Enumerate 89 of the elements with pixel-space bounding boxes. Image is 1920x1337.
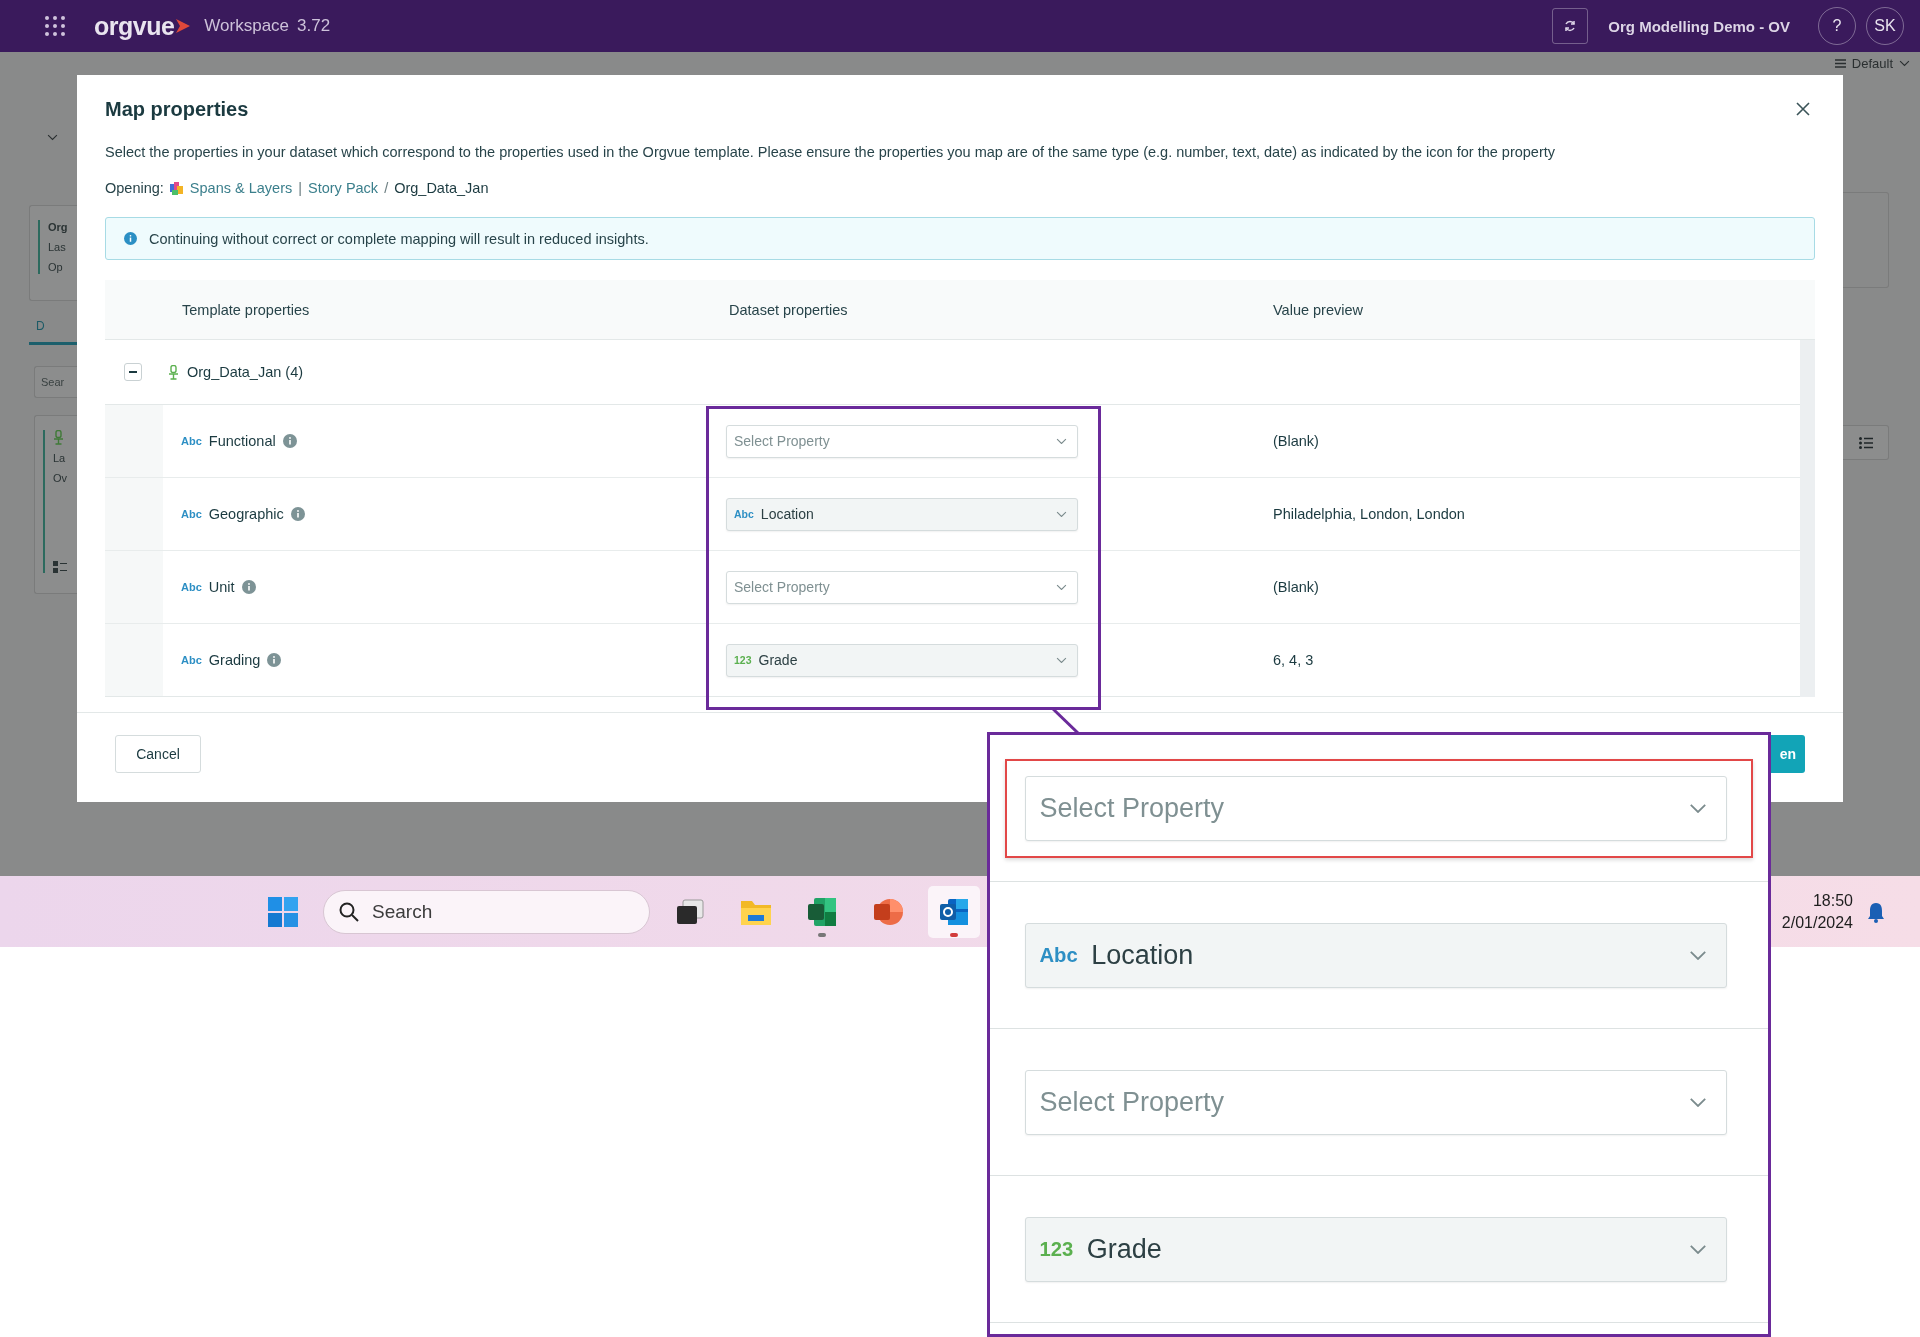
card-text: Org bbox=[48, 220, 69, 234]
property-select[interactable]: Select Property bbox=[726, 424, 1078, 458]
info-icon bbox=[241, 580, 256, 594]
start-icon[interactable] bbox=[268, 896, 298, 927]
type-label: 123 bbox=[734, 654, 752, 666]
chevron-down-icon bbox=[47, 134, 58, 141]
row-indent bbox=[105, 624, 163, 696]
type-label: 123 bbox=[1039, 1237, 1074, 1261]
version-label: 3.72 bbox=[297, 16, 331, 36]
list-icon bbox=[1858, 436, 1873, 449]
property-select[interactable]: Abc Location bbox=[1025, 922, 1727, 988]
notice-text: Continuing without correct or complete mapping will result in reduced insights. bbox=[149, 230, 649, 247]
chevron-down-icon bbox=[1689, 802, 1708, 814]
product-logo: orgvue bbox=[94, 11, 175, 41]
tree-icon bbox=[53, 561, 67, 573]
value-preview: (Blank) bbox=[1273, 579, 1320, 595]
workspace-label: Workspace bbox=[204, 16, 290, 36]
property-select[interactable]: Select Property bbox=[1025, 1069, 1727, 1135]
project-card[interactable]: Org Las Op bbox=[29, 205, 77, 301]
breadcrumb-link[interactable]: Story Pack bbox=[308, 180, 379, 196]
dialog-title: Map properties bbox=[105, 97, 249, 121]
close-icon bbox=[1796, 102, 1810, 116]
type-label: Abc bbox=[181, 435, 202, 447]
bell-icon[interactable] bbox=[1865, 900, 1887, 923]
property-select[interactable]: Select Property bbox=[726, 570, 1078, 604]
property-name: Functional bbox=[208, 433, 276, 449]
row-indent bbox=[105, 405, 163, 477]
view-selector[interactable]: Default bbox=[1851, 56, 1893, 71]
collapse-toggle[interactable] bbox=[124, 363, 142, 381]
property-name: Unit bbox=[208, 579, 235, 595]
opening-label: Opening: bbox=[105, 180, 164, 196]
app-grid-icon[interactable] bbox=[44, 15, 66, 37]
search-field[interactable]: Sear bbox=[34, 366, 77, 398]
chevron-down-icon bbox=[1056, 656, 1068, 664]
card-text: Las bbox=[48, 240, 67, 254]
column-header: Value preview bbox=[1273, 301, 1364, 318]
chevron-down-icon bbox=[1899, 60, 1910, 67]
property-name: Grading bbox=[208, 652, 261, 668]
dataset-card[interactable]: La Ov bbox=[34, 415, 77, 594]
value-preview: (Blank) bbox=[1273, 433, 1320, 449]
property-select[interactable]: 123 Grade bbox=[1025, 1216, 1727, 1282]
type-label: Abc bbox=[734, 508, 754, 520]
property-select[interactable]: Select Property bbox=[1025, 775, 1727, 841]
clock-date: 2/01/2024 bbox=[1781, 912, 1853, 933]
column-header: Dataset properties bbox=[729, 301, 849, 318]
taskbar-app[interactable] bbox=[928, 885, 980, 938]
card-text: Ov bbox=[53, 471, 69, 485]
spreadsheet-icon bbox=[806, 895, 838, 928]
value-preview: 6, 4, 3 bbox=[1273, 652, 1315, 668]
info-icon bbox=[267, 653, 282, 667]
type-label: Abc bbox=[1039, 943, 1078, 967]
breadcrumb-separator: / bbox=[384, 180, 389, 196]
refresh-button[interactable] bbox=[1552, 8, 1589, 44]
breadcrumb-separator: | bbox=[298, 180, 302, 196]
chevron-down-icon bbox=[1689, 949, 1708, 961]
value-preview: Philadelphia, London, London bbox=[1273, 506, 1466, 522]
chevron-down-icon bbox=[1689, 1243, 1708, 1255]
card-text: La bbox=[53, 451, 67, 465]
chair-icon bbox=[53, 430, 64, 445]
info-icon bbox=[282, 434, 297, 448]
breadcrumb-link[interactable]: Org_Data_Jan bbox=[394, 180, 489, 196]
breadcrumb-link[interactable]: Spans & Layers bbox=[189, 180, 293, 196]
type-label: Abc bbox=[181, 508, 202, 520]
list-view-button[interactable] bbox=[1843, 425, 1889, 460]
dialog-description: Select the properties in your dataset which correspond to the properties used in the Orgvue template. Please ensure the properties you map are of the same type (e.g. number, text, date) as indicated by the icon for the property bbox=[105, 144, 1556, 160]
property-name: Geographic bbox=[208, 506, 284, 522]
chevron-down-icon bbox=[1056, 583, 1068, 591]
open-button[interactable]: en bbox=[1770, 735, 1805, 773]
property-select[interactable]: Abc Location bbox=[726, 497, 1078, 531]
info-icon bbox=[124, 232, 137, 245]
cancel-button[interactable]: Cancel bbox=[115, 735, 201, 773]
chevron-down-icon bbox=[1689, 1096, 1708, 1108]
windows-stack-icon bbox=[675, 897, 705, 926]
chair-icon bbox=[168, 364, 179, 380]
refresh-icon bbox=[1563, 19, 1578, 33]
chevron-down-icon bbox=[1056, 510, 1068, 518]
list-icon bbox=[1834, 59, 1846, 68]
info-icon bbox=[290, 507, 305, 521]
search-field[interactable]: Search bbox=[323, 889, 650, 934]
chevron-down-icon bbox=[1056, 437, 1068, 445]
group-name: Org_Data_Jan (4) bbox=[187, 364, 304, 380]
type-label: Abc bbox=[181, 654, 202, 666]
clock-time: 18:50 bbox=[1812, 890, 1853, 911]
chart-blocks-icon bbox=[169, 181, 184, 195]
column-header: Template properties bbox=[182, 301, 311, 318]
type-label: Abc bbox=[181, 581, 202, 593]
project-name[interactable]: Org Modelling Demo - OV bbox=[1608, 17, 1790, 35]
card-text: Op bbox=[48, 260, 64, 274]
property-select[interactable]: 123 Grade bbox=[726, 643, 1078, 677]
